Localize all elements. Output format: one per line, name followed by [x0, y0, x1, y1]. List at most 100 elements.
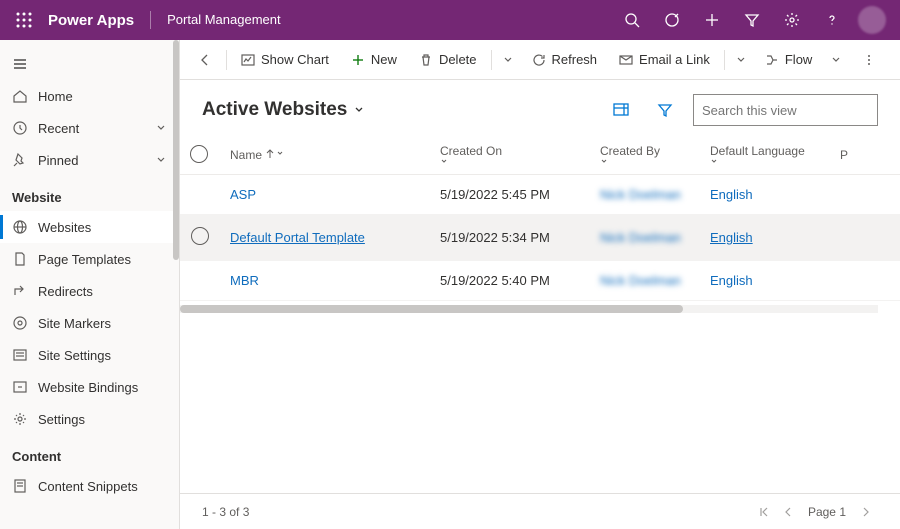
- new-button[interactable]: New: [341, 44, 407, 76]
- sidebar-item-website-bindings[interactable]: Website Bindings: [0, 371, 179, 403]
- row-created-by[interactable]: Nick Doelman: [600, 187, 681, 202]
- page-icon: [12, 251, 28, 267]
- refresh-button[interactable]: Refresh: [522, 44, 608, 76]
- global-header: Power Apps Portal Management: [0, 0, 900, 40]
- command-label: Delete: [439, 52, 477, 67]
- gear-icon: [12, 411, 28, 427]
- flow-split-button[interactable]: [824, 55, 848, 65]
- email-link-button[interactable]: Email a Link: [609, 44, 720, 76]
- gear-icon: [784, 12, 800, 28]
- sidebar-item-home[interactable]: Home: [0, 80, 179, 112]
- refresh-icon: [532, 53, 546, 67]
- sidebar-group-website: Website: [0, 176, 179, 211]
- column-header-created-on[interactable]: Created On: [430, 136, 590, 175]
- delete-button[interactable]: Delete: [409, 44, 487, 76]
- row-language-link[interactable]: English: [710, 230, 753, 245]
- snippet-icon: [12, 478, 28, 494]
- command-label: Email a Link: [639, 52, 710, 67]
- row-created-by[interactable]: Nick Doelman: [600, 273, 681, 288]
- columns-icon: [612, 101, 630, 119]
- column-header-p[interactable]: P: [830, 136, 900, 175]
- app-brand: Power Apps: [48, 12, 134, 29]
- row-name-link[interactable]: Default Portal Template: [230, 230, 365, 245]
- sidebar-item-site-settings[interactable]: Site Settings: [0, 339, 179, 371]
- chevron-down-icon: [503, 55, 513, 65]
- record-count: 1 - 3 of 3: [202, 505, 249, 519]
- row-created-on: 5/19/2022 5:45 PM: [430, 175, 590, 215]
- sidebar-item-label: Recent: [38, 121, 145, 136]
- row-name-link[interactable]: ASP: [230, 187, 256, 202]
- sidebar-item-settings[interactable]: Settings: [0, 403, 179, 435]
- sidebar-item-label: Pinned: [38, 153, 145, 168]
- first-page-button[interactable]: [752, 506, 776, 518]
- email-split-button[interactable]: [729, 55, 753, 65]
- account-button[interactable]: [852, 0, 892, 40]
- sidebar-toggle-button[interactable]: [0, 48, 179, 80]
- sort-asc-icon: [266, 149, 284, 159]
- view-bar: Active Websites: [180, 80, 900, 136]
- table-row[interactable]: MBR5/19/2022 5:40 PMNick DoelmanEnglish: [180, 261, 900, 301]
- sidebar-item-redirects[interactable]: Redirects: [0, 275, 179, 307]
- command-label: Refresh: [552, 52, 598, 67]
- assistant-button[interactable]: [652, 0, 692, 40]
- show-chart-button[interactable]: Show Chart: [231, 44, 339, 76]
- flow-button[interactable]: Flow: [755, 44, 822, 76]
- delete-split-button[interactable]: [496, 55, 520, 65]
- view-selector[interactable]: Active Websites: [202, 99, 365, 121]
- row-language-link[interactable]: English: [710, 273, 753, 288]
- sidebar-item-recent[interactable]: Recent: [0, 112, 179, 144]
- sidebar-item-page-templates[interactable]: Page Templates: [0, 243, 179, 275]
- search-input[interactable]: [702, 103, 878, 118]
- plus-icon: [351, 53, 365, 67]
- help-icon: [824, 12, 840, 28]
- flow-icon: [765, 53, 779, 67]
- pin-icon: [12, 152, 28, 168]
- sidebar-item-label: Site Settings: [38, 348, 167, 363]
- command-bar: Show Chart New Delete Refresh Email a Li…: [180, 40, 900, 80]
- column-header-name[interactable]: Name: [220, 136, 430, 175]
- grid-footer: 1 - 3 of 3 Page 1: [180, 493, 900, 529]
- row-name-link[interactable]: MBR: [230, 273, 259, 288]
- sidebar-item-pinned[interactable]: Pinned: [0, 144, 179, 176]
- hamburger-icon: [12, 56, 28, 72]
- search-box[interactable]: [693, 94, 878, 126]
- view-title-text: Active Websites: [202, 99, 347, 121]
- table-row[interactable]: ASP 5/19/2022 5:45 PM Nick Doelman English: [180, 175, 900, 215]
- app-area: Portal Management: [150, 11, 280, 29]
- sidebar: Home Recent Pinned Website Websites Page…: [0, 40, 180, 529]
- row-language-link[interactable]: English: [710, 187, 753, 202]
- help-button[interactable]: [812, 0, 852, 40]
- command-label: New: [371, 52, 397, 67]
- mail-icon: [619, 53, 633, 67]
- horizontal-scrollbar[interactable]: [180, 305, 878, 313]
- plus-icon: [704, 12, 720, 28]
- checkbox-icon[interactable]: [191, 227, 209, 245]
- column-header-default-language[interactable]: Default Language: [700, 136, 830, 175]
- filter-button[interactable]: [732, 0, 772, 40]
- select-all-header[interactable]: [180, 136, 220, 175]
- app-launcher-button[interactable]: [8, 4, 40, 36]
- table-row[interactable]: Default Portal Template5/19/2022 5:34 PM…: [180, 215, 900, 261]
- sidebar-item-content-snippets[interactable]: Content Snippets: [0, 470, 179, 502]
- next-page-button[interactable]: [854, 506, 878, 518]
- command-label: Show Chart: [261, 52, 329, 67]
- edit-columns-button[interactable]: [605, 94, 637, 126]
- prev-page-button[interactable]: [776, 506, 800, 518]
- chevron-down-icon: [600, 158, 608, 166]
- sidebar-item-site-markers[interactable]: Site Markers: [0, 307, 179, 339]
- back-button[interactable]: [188, 44, 222, 76]
- column-header-created-by[interactable]: Created By: [590, 136, 700, 175]
- more-commands-button[interactable]: [852, 44, 886, 76]
- search-icon: [624, 12, 640, 28]
- chevron-down-icon: [440, 158, 448, 166]
- add-button[interactable]: [692, 0, 732, 40]
- search-button[interactable]: [612, 0, 652, 40]
- avatar-icon: [858, 6, 886, 34]
- target-icon: [664, 12, 680, 28]
- globe-icon: [12, 219, 28, 235]
- row-created-by[interactable]: Nick Doelman: [600, 230, 681, 245]
- edit-filters-button[interactable]: [649, 94, 681, 126]
- settings-button[interactable]: [772, 0, 812, 40]
- sidebar-item-websites[interactable]: Websites: [0, 211, 179, 243]
- trash-icon: [419, 53, 433, 67]
